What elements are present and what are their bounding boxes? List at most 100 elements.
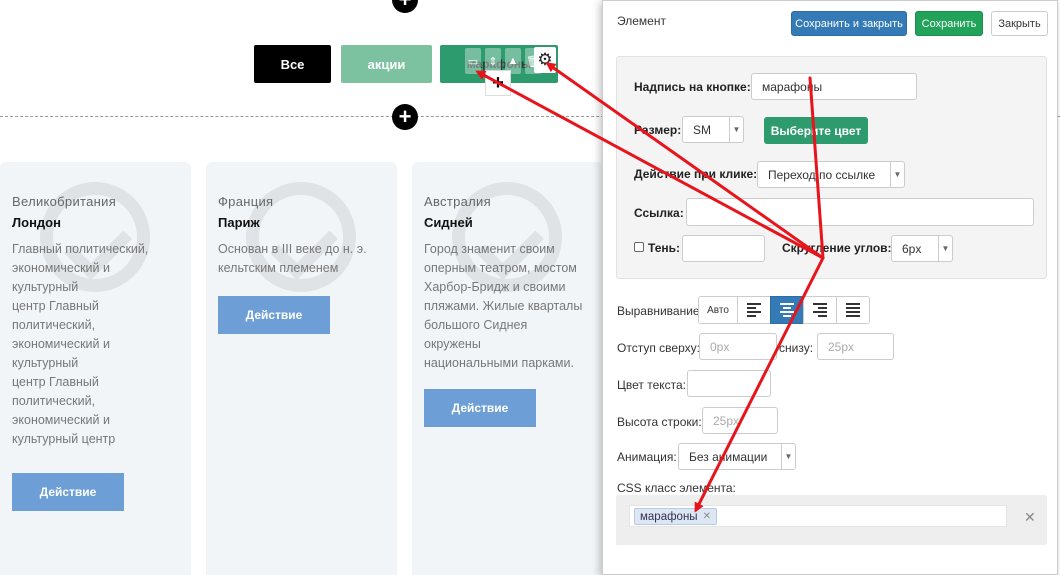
css-class-label: CSS класс элемента: (617, 481, 736, 495)
add-element-button[interactable]: + (485, 70, 511, 96)
shadow-input[interactable] (682, 235, 765, 262)
save-button[interactable]: Сохранить (915, 11, 983, 36)
card-city: Сидней (424, 215, 473, 230)
align-button-group: Авто (698, 296, 870, 324)
margin-top-label: Отступ сверху: (617, 341, 700, 355)
rounding-value: 6px (902, 241, 922, 256)
card-country: Великобритания (12, 194, 117, 209)
shadow-checkbox[interactable] (634, 242, 644, 252)
card-description: Основан в III веке до н. э. кельтским пл… (218, 240, 385, 278)
desc-line: экономический и (12, 337, 110, 351)
desc-line: центр Главный (12, 299, 99, 313)
filter-label: акции (367, 56, 406, 72)
filter-label: Все (280, 56, 305, 72)
desc-line: политический, (12, 394, 96, 408)
align-center-icon (780, 303, 794, 317)
align-label: Выравнивание (617, 304, 700, 318)
desc-line: Основан в III веке до н. э. (218, 242, 367, 256)
panel-title: Элемент (617, 14, 666, 28)
link-label: Ссылка: (634, 206, 684, 220)
align-auto-button[interactable]: Авто (698, 296, 738, 324)
card-city: Париж (218, 215, 260, 230)
filter-button-promo[interactable]: акции (341, 45, 432, 83)
margin-bottom-label: снизу: (779, 341, 814, 355)
align-center-button[interactable] (770, 296, 804, 324)
copy-icon[interactable]: ▭ (465, 48, 481, 74)
card-action-button[interactable]: Действие (218, 296, 330, 334)
click-action-select[interactable]: Переход по ссылке ▼ (757, 161, 905, 188)
desc-line: политический, (12, 318, 96, 332)
rounding-label: Скругление углов: (782, 241, 892, 255)
desc-line: Город знаменит своим (424, 242, 555, 256)
size-select[interactable]: SM ▼ (682, 116, 744, 143)
card-action-button[interactable]: Действие (424, 389, 536, 427)
click-action-label: Действие при клике: (634, 167, 758, 181)
gear-icon[interactable]: ⚙ (534, 47, 556, 73)
desc-line: экономический и (12, 413, 110, 427)
button-settings-group: Надпись на кнопке: марафоны Размер: SM ▼… (616, 56, 1047, 279)
element-settings-panel: Элемент Сохранить и закрыть Сохранить За… (602, 0, 1058, 575)
margin-bottom-input[interactable]: 25px (817, 333, 894, 360)
text-color-input[interactable] (687, 370, 771, 397)
close-button[interactable]: Закрыть (991, 11, 1048, 36)
card-country: Австралия (424, 194, 491, 209)
filter-button-all[interactable]: Все (254, 45, 331, 83)
desc-line: кельтским племенем (218, 261, 339, 275)
chevron-down-icon: ▼ (890, 162, 904, 187)
clear-icon[interactable]: ✕ (1024, 509, 1036, 526)
desc-line: окружены (424, 337, 481, 351)
button-text-label: Надпись на кнопке: (634, 80, 751, 94)
css-class-tag: марафоны ✕ (634, 508, 717, 525)
margin-top-input[interactable]: 0px (699, 333, 777, 360)
button-text-input[interactable]: марафоны (751, 73, 917, 100)
card-city: Лондон (12, 215, 61, 230)
rounding-select[interactable]: 6px ▼ (891, 235, 953, 262)
save-and-close-button[interactable]: Сохранить и закрыть (791, 11, 907, 36)
align-left-button[interactable] (737, 296, 771, 324)
animation-select[interactable]: Без анимации ▼ (678, 443, 796, 470)
line-height-label: Высота строки: (617, 415, 702, 429)
card-description: Город знаменит своим оперным театром, мо… (424, 240, 591, 373)
size-value: SM (693, 122, 711, 137)
animation-label: Анимация: (617, 450, 677, 464)
card-london: Великобритания Лондон Главный политическ… (0, 162, 191, 575)
css-class-input[interactable]: марафоны ✕ (629, 505, 1007, 527)
align-justify-icon (846, 303, 860, 317)
align-right-icon (813, 303, 827, 317)
remove-tag-icon[interactable]: ✕ (703, 511, 711, 522)
link-input[interactable] (686, 198, 1034, 226)
desc-line: национальными парками. (424, 356, 574, 370)
add-row-top-button[interactable]: + (392, 0, 418, 13)
size-label: Размер: (634, 123, 682, 137)
desc-line: Харбор-Бридж и своими (424, 280, 566, 294)
css-class-field: марафоны ✕ ✕ (616, 495, 1047, 545)
desc-line: культурный центр (12, 432, 116, 446)
animation-value: Без анимации (689, 449, 768, 464)
choose-color-button[interactable]: Выберите цвет (764, 117, 868, 144)
desc-line: пляжами. Жилые кварталы (424, 299, 583, 313)
desc-line: Главный политический, (12, 242, 149, 256)
desc-line: оперным театром, мостом (424, 261, 577, 275)
desc-line: культурный (12, 280, 79, 294)
align-justify-button[interactable] (836, 296, 870, 324)
card-description: Главный политический, экономический и ку… (12, 240, 172, 449)
desc-line: центр Главный (12, 375, 99, 389)
align-right-button[interactable] (803, 296, 837, 324)
panel-header: Элемент Сохранить и закрыть Сохранить За… (603, 1, 1057, 45)
card-country: Франция (218, 194, 274, 209)
text-color-label: Цвет текста: (617, 378, 687, 392)
chevron-down-icon: ▼ (781, 444, 795, 469)
chevron-down-icon: ▼ (729, 117, 743, 142)
align-left-icon (747, 303, 761, 317)
desc-line: большого Сиднея (424, 318, 528, 332)
card-paris: Франция Париж Основан в III веке до н. э… (206, 162, 397, 575)
desc-line: культурный (12, 356, 79, 370)
card-action-button[interactable]: Действие (12, 473, 124, 511)
shadow-label: Тень: (648, 241, 681, 255)
tag-label: марафоны (640, 510, 698, 523)
click-action-value: Переход по ссылке (768, 167, 876, 182)
chevron-down-icon: ▼ (938, 236, 952, 261)
line-height-input[interactable]: 25px (702, 407, 778, 434)
desc-line: экономический и (12, 261, 110, 275)
add-row-button[interactable]: + (392, 104, 418, 130)
